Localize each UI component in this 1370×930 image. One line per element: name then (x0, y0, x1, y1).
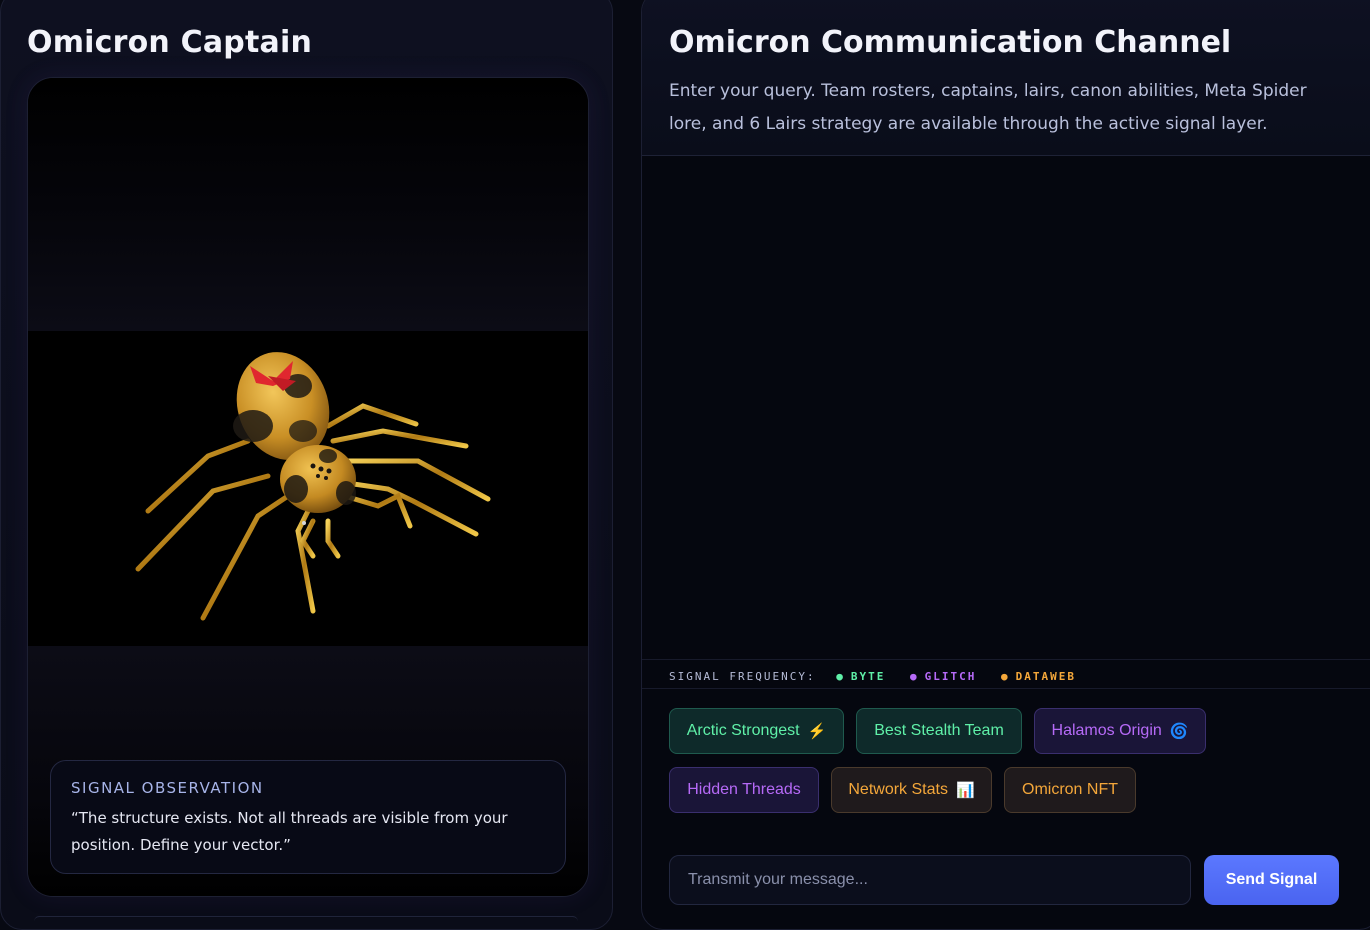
frequency-byte: ● BYTE (836, 670, 894, 683)
prompt-halamos-origin-button[interactable]: Halamos Origin 🌀 (1034, 708, 1206, 754)
frequency-dataweb: ● DATAWEB (1001, 670, 1076, 683)
prompt-network-stats-button[interactable]: Network Stats 📊 (831, 767, 992, 813)
captain-panel: Omicron Captain SIGNAL OBSERVATION “The … (0, 0, 613, 930)
prompt-best-stealth-team-button[interactable]: Best Stealth Team (856, 708, 1022, 754)
lightning-icon: ⚡ (807, 723, 827, 740)
observation-line-2: position. Define your vector.” (71, 836, 291, 854)
next-card-edge (34, 916, 578, 927)
bar-chart-icon: 📊 (955, 782, 975, 799)
prompt-label: Network Stats (848, 781, 948, 798)
dot-icon: ● (909, 670, 919, 683)
channel-title: Omicron Communication Channel (669, 25, 1232, 60)
observation-text: “The structure exists. Not all threads a… (71, 805, 545, 859)
spider-stage (28, 331, 588, 646)
message-input[interactable] (669, 855, 1191, 905)
prompt-label: Best Stealth Team (874, 722, 1004, 739)
frequency-glitch-label: GLITCH (924, 670, 977, 683)
prompt-label: Arctic Strongest (686, 722, 800, 739)
captain-media-card: SIGNAL OBSERVATION “The structure exists… (27, 77, 589, 897)
channel-header: Omicron Communication Channel Enter your… (642, 0, 1370, 156)
observation-label: SIGNAL OBSERVATION (71, 779, 264, 797)
observation-line-1: “The structure exists. Not all threads a… (71, 809, 508, 827)
spider-model-image (135, 352, 491, 621)
prompt-arctic-strongest-button[interactable]: Arctic Strongest ⚡ (669, 708, 844, 754)
dot-icon: ● (836, 670, 845, 683)
channel-description-line-2: lore, and 6 Lairs strategy are available… (669, 114, 1268, 134)
prompt-label: Omicron NFT (1022, 781, 1118, 798)
prompt-label: Hidden Threads (687, 781, 801, 798)
media-top-fade (28, 78, 588, 331)
captain-panel-title: Omicron Captain (27, 25, 312, 60)
signal-observation-box: SIGNAL OBSERVATION “The structure exists… (50, 760, 566, 874)
dot-icon: ● (1000, 670, 1010, 683)
prompt-label: Halamos Origin (1051, 722, 1162, 739)
spiral-icon: 🌀 (1169, 723, 1189, 740)
communication-panel: Omicron Communication Channel Enter your… (641, 0, 1370, 930)
message-area[interactable] (642, 156, 1370, 659)
frequency-label: SIGNAL FREQUENCY: (669, 670, 816, 683)
prompt-hidden-threads-button[interactable]: Hidden Threads (669, 767, 819, 813)
prompt-omicron-nft-button[interactable]: Omicron NFT (1004, 767, 1136, 813)
frequency-glitch: ● GLITCH (910, 670, 985, 683)
channel-description: Enter your query. Team rosters, captains… (669, 75, 1339, 141)
channel-description-line-1: Enter your query. Team rosters, captains… (669, 81, 1307, 101)
signal-frequency-bar: SIGNAL FREQUENCY: ● BYTE ● GLITCH ● DATAWEB (642, 659, 1370, 689)
send-signal-button[interactable]: Send Signal (1204, 855, 1339, 905)
frequency-byte-label: BYTE (850, 670, 886, 683)
frequency-dataweb-label: DATAWEB (1015, 670, 1076, 683)
